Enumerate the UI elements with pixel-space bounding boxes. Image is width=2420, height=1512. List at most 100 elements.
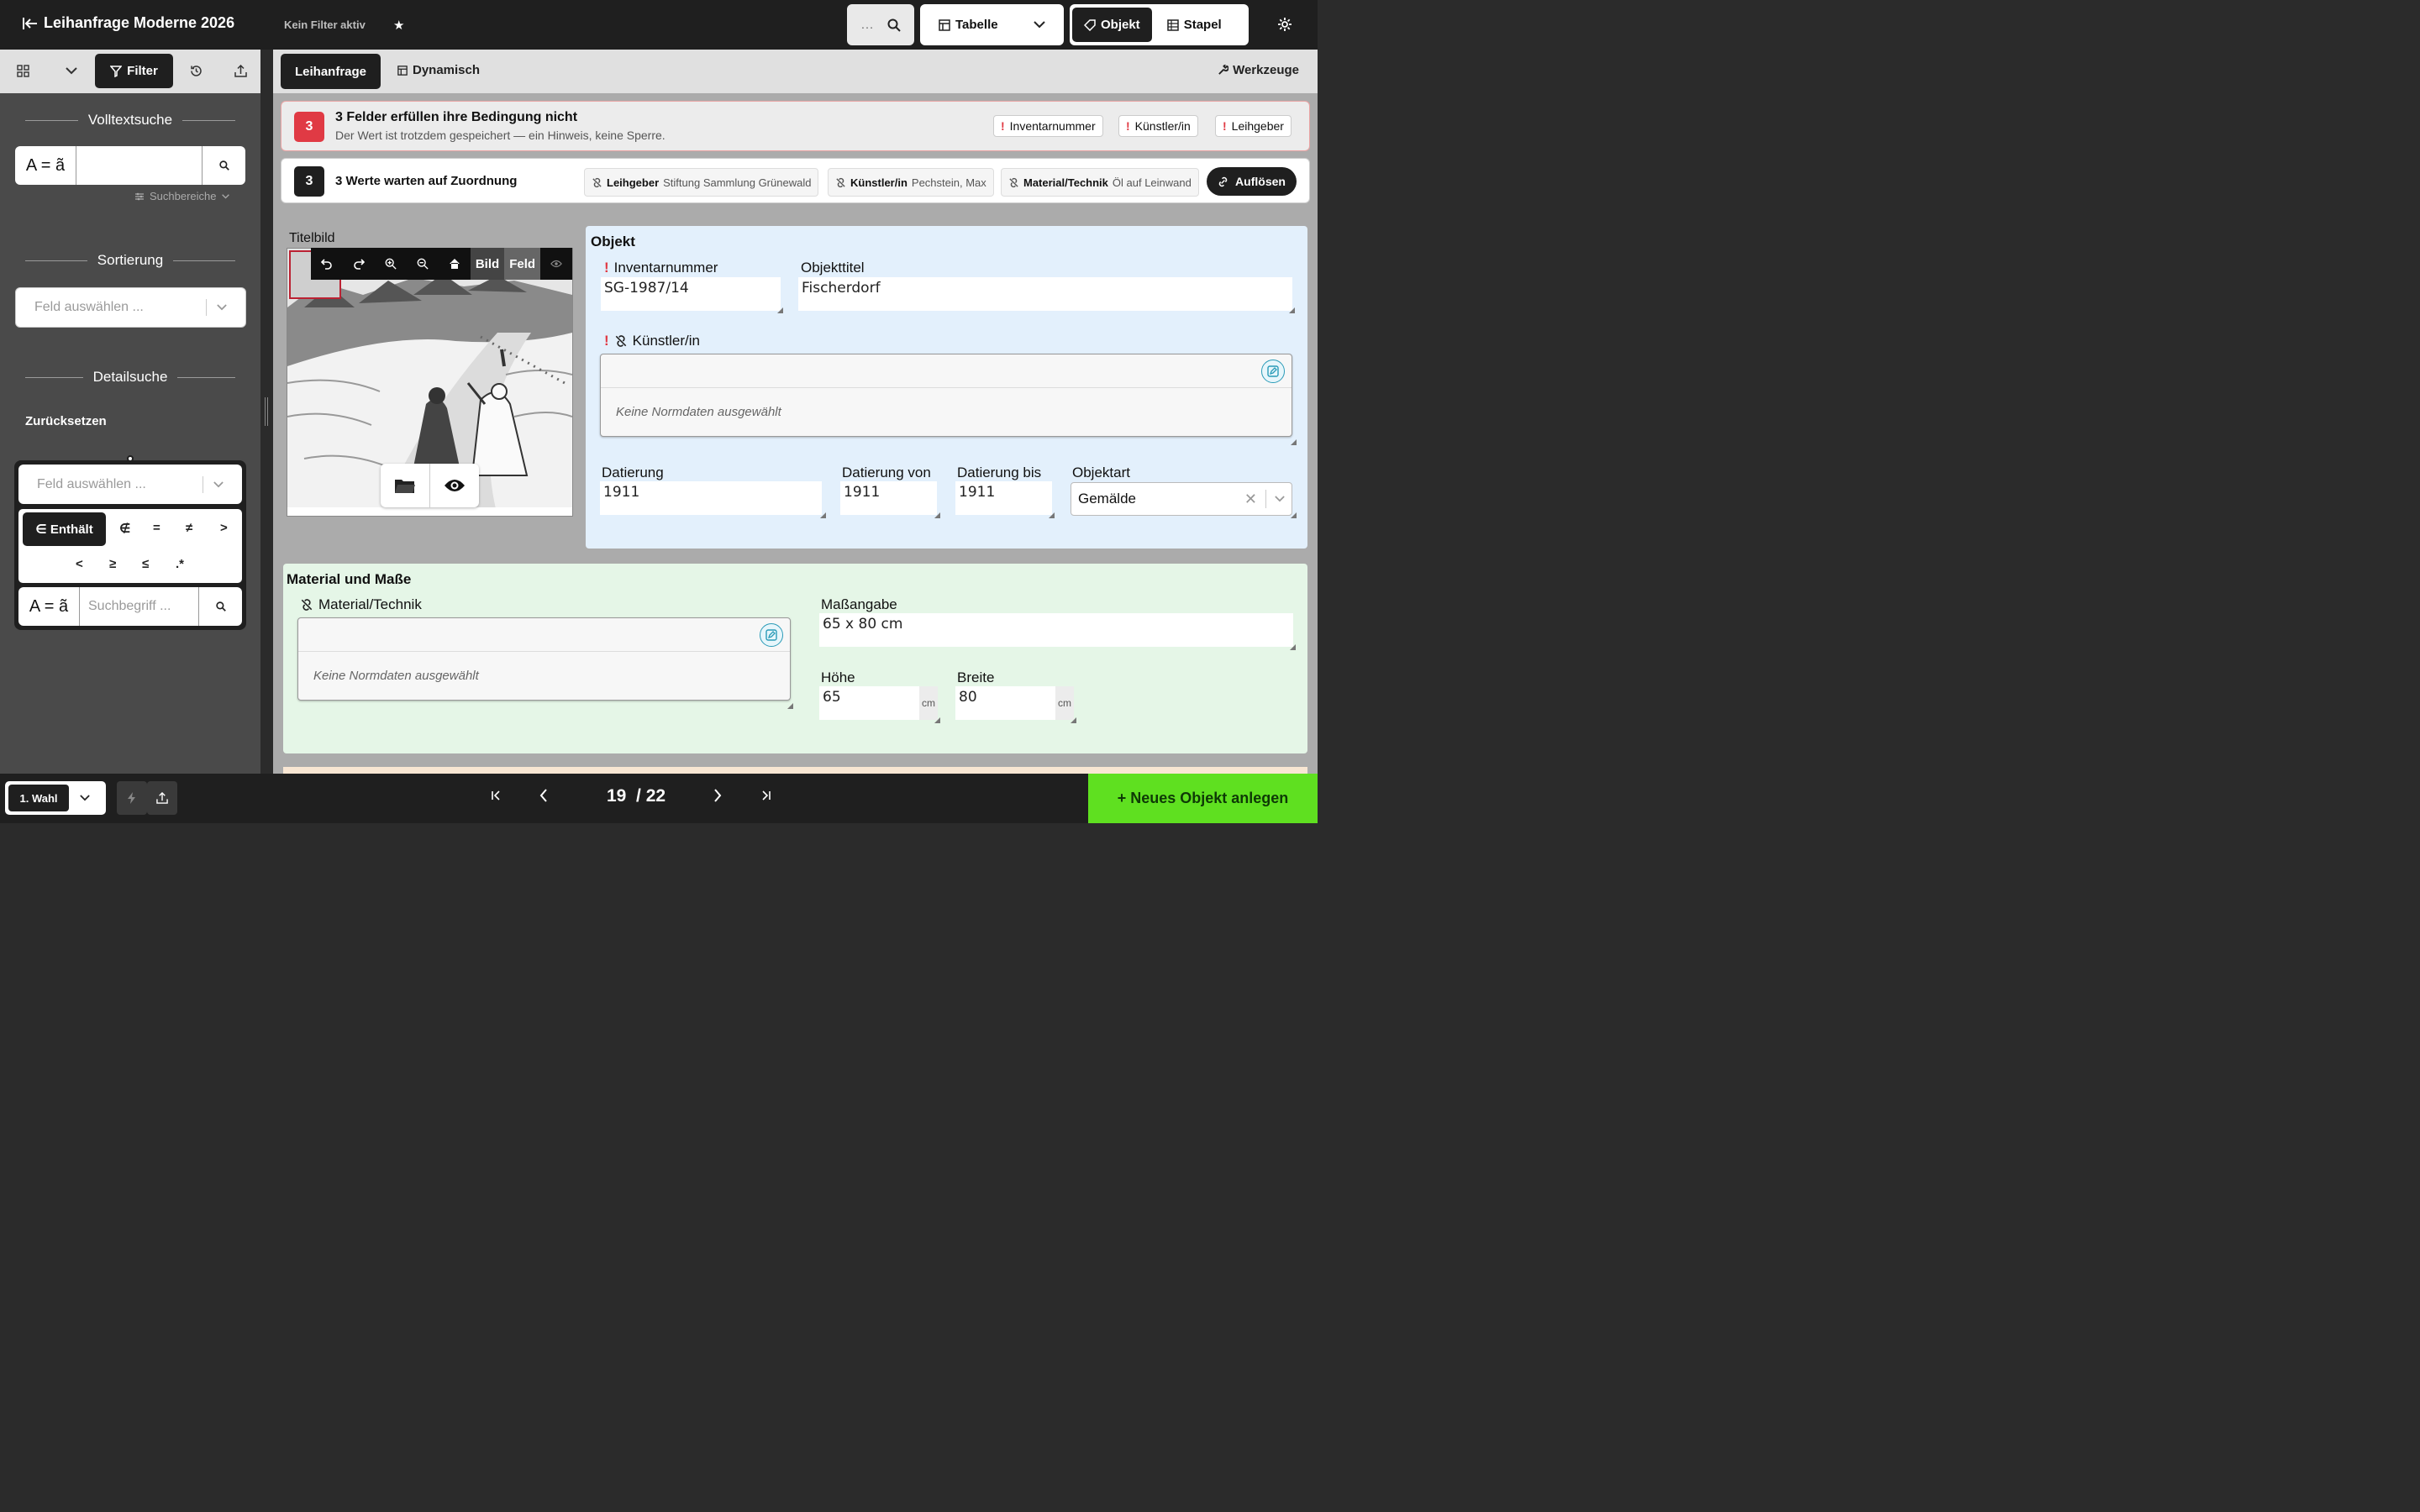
chevron-down-icon[interactable]: [1275, 496, 1285, 502]
page-current[interactable]: 19: [607, 786, 626, 806]
quick-search[interactable]: …: [847, 4, 914, 45]
eye-icon[interactable]: [430, 464, 479, 507]
inventory-input[interactable]: SG-1987/14: [601, 277, 781, 311]
height-input[interactable]: 65: [819, 686, 919, 720]
resize-handle[interactable]: [934, 717, 940, 723]
quick-search-input[interactable]: …: [860, 18, 874, 33]
resize-handle[interactable]: [787, 703, 793, 709]
undo-icon[interactable]: [311, 248, 343, 280]
search-icon[interactable]: [887, 18, 901, 32]
first-page-icon[interactable]: [491, 790, 501, 801]
tab-dynamisch[interactable]: Dynamisch: [397, 63, 480, 77]
reset-button[interactable]: Zurücksetzen: [25, 414, 107, 428]
new-object-button[interactable]: + Neues Objekt anlegen: [1088, 774, 1318, 823]
resize-handle[interactable]: [1290, 644, 1296, 650]
assign-chip-material[interactable]: Material/Technik Öl auf Leinwand: [1001, 168, 1199, 197]
edit-icon[interactable]: [760, 623, 783, 647]
sidebar-resize-handle[interactable]: [265, 397, 268, 426]
clear-icon[interactable]: ✕: [1244, 491, 1257, 508]
grid-icon[interactable]: [17, 65, 29, 77]
tools-menu[interactable]: Werkzeuge: [1218, 63, 1299, 77]
inventory-label: ! Inventarnummer: [604, 260, 718, 276]
fulltext-section-title: Volltextsuche: [25, 112, 235, 129]
fulltext-input[interactable]: [76, 146, 202, 185]
ae-normalize-toggle[interactable]: A = ã: [15, 146, 76, 185]
edit-icon[interactable]: [1261, 360, 1285, 383]
assignment-bar: 3 3 Werte warten auf Zuordnung Leihgeber…: [281, 158, 1310, 203]
sort-export-icon[interactable]: [234, 65, 247, 77]
app-title[interactable]: Leihanfrage Moderne 2026: [22, 14, 234, 32]
operator-greater-equal[interactable]: ≥: [109, 557, 116, 571]
operator-not-contains[interactable]: ∉: [119, 521, 130, 536]
detail-search-button[interactable]: [198, 587, 242, 626]
mode-field-button[interactable]: Feld: [504, 248, 541, 280]
operator-greater[interactable]: >: [220, 521, 228, 535]
artist-label-text: Künstler/in: [632, 333, 700, 349]
fulltext-search-button[interactable]: [202, 146, 245, 185]
resize-handle[interactable]: [934, 512, 940, 518]
drag-handle[interactable]: [127, 455, 134, 462]
operator-not-equals[interactable]: ≠: [186, 521, 192, 535]
assign-chip-artist[interactable]: Künstler/in Pechstein, Max: [828, 168, 994, 197]
dating-input[interactable]: 1911: [600, 481, 822, 515]
material-panel-title: Material und Maße: [287, 571, 412, 587]
detail-field-select[interactable]: Feld auswählen ...: [18, 465, 242, 504]
validation-alert: 3 3 Felder erfüllen ihre Bedingung nicht…: [281, 101, 1310, 151]
folder-icon[interactable]: [381, 464, 430, 507]
tab-leihanfrage[interactable]: Leihanfrage: [281, 54, 381, 89]
next-page-icon[interactable]: [713, 789, 722, 802]
sort-field-select[interactable]: Feld auswählen ...: [15, 287, 246, 328]
operator-less-equal[interactable]: ≤: [142, 557, 149, 571]
eye-icon[interactable]: [540, 248, 572, 280]
alert-chip-lender[interactable]: ! Leihgeber: [1215, 115, 1292, 137]
resize-handle[interactable]: [1071, 717, 1076, 723]
object-type-select[interactable]: Gemälde ✕: [1071, 482, 1292, 516]
bottom-bar: 1. Wahl 19 / 22 + Neues Objekt anlegen: [0, 774, 1318, 823]
sort-section-title: Sortierung: [25, 252, 235, 269]
ae-normalize-toggle[interactable]: A = ã: [18, 587, 80, 626]
back-to-start-icon[interactable]: [22, 17, 39, 30]
search-term-input[interactable]: Suchbegriff ...: [80, 587, 198, 626]
mode-image-button[interactable]: Bild: [470, 248, 505, 280]
search-areas-toggle[interactable]: Suchbereiche: [134, 190, 229, 202]
home-icon[interactable]: [439, 248, 471, 280]
chevron-down-icon[interactable]: [66, 67, 77, 75]
history-icon[interactable]: [190, 65, 203, 77]
upload-icon[interactable]: [147, 781, 177, 815]
operator-equals[interactable]: =: [153, 521, 160, 535]
mode-object-button[interactable]: Objekt: [1072, 8, 1152, 42]
assign-chip-lender[interactable]: Leihgeber Stiftung Sammlung Grünewald: [584, 168, 819, 197]
zoom-out-icon[interactable]: [407, 248, 439, 280]
alert-chip-inventory[interactable]: ! Inventarnummer: [993, 115, 1103, 137]
dating-from-input[interactable]: 1911: [840, 481, 937, 515]
bolt-icon[interactable]: [117, 781, 147, 815]
view-select[interactable]: Tabelle: [920, 4, 1064, 45]
operator-regex[interactable]: .*: [176, 557, 184, 571]
gear-icon[interactable]: [1277, 17, 1292, 32]
last-page-icon[interactable]: [761, 790, 771, 801]
width-input[interactable]: 80: [955, 686, 1055, 720]
operator-contains[interactable]: ∈ Enthält: [23, 512, 106, 546]
technique-norm-field[interactable]: Keine Normdaten ausgewählt: [297, 617, 791, 701]
choice-select[interactable]: 1. Wahl: [5, 781, 106, 815]
operator-less[interactable]: <: [76, 557, 83, 571]
dating-to-input[interactable]: 1911: [955, 481, 1052, 515]
artist-norm-field[interactable]: Keine Normdaten ausgewählt: [600, 354, 1292, 437]
favorite-star-icon[interactable]: ★: [393, 18, 404, 33]
resize-handle[interactable]: [1291, 512, 1297, 518]
mode-batch-button[interactable]: Stapel: [1155, 8, 1234, 42]
previous-page-icon[interactable]: [539, 789, 548, 802]
redo-icon[interactable]: [343, 248, 375, 280]
resize-handle[interactable]: [820, 512, 826, 518]
alert-chip-artist[interactable]: ! Künstler/in: [1118, 115, 1198, 137]
object-title-input[interactable]: Fischerdorf: [798, 277, 1292, 311]
filter-button[interactable]: Filter: [95, 54, 173, 88]
resolve-button[interactable]: Auflösen: [1207, 167, 1297, 196]
object-type-label: Objektart: [1072, 465, 1130, 480]
resize-handle[interactable]: [1049, 512, 1055, 518]
dimensions-input[interactable]: 65 x 80 cm: [819, 613, 1293, 647]
resize-handle[interactable]: [777, 307, 783, 313]
resize-handle[interactable]: [1289, 307, 1295, 313]
zoom-in-icon[interactable]: [375, 248, 407, 280]
resize-handle[interactable]: [1291, 439, 1297, 445]
